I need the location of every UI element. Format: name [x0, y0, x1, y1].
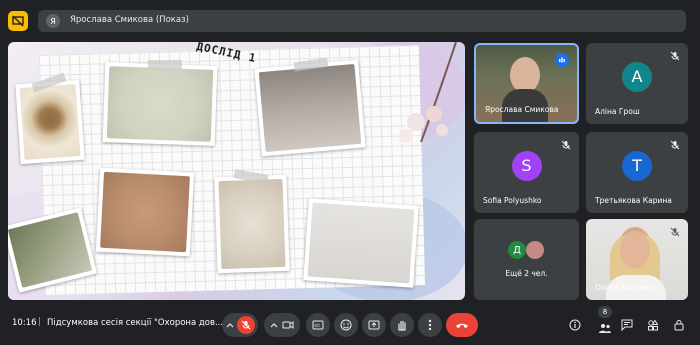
participant-face [620, 231, 650, 269]
chat-button[interactable] [616, 314, 638, 336]
avatar: S [511, 150, 542, 181]
clock: 10:16 [12, 318, 37, 328]
participant-name: Ярослава Смикова [485, 105, 559, 114]
participant-face [510, 57, 540, 93]
more-vert-icon[interactable] [428, 319, 432, 331]
camera-icon[interactable] [282, 320, 294, 330]
present-button[interactable] [362, 313, 386, 337]
hang-up-icon[interactable] [455, 321, 469, 329]
avatar: Д [508, 241, 526, 259]
captions-icon[interactable]: cc [312, 320, 324, 330]
lock-person-icon[interactable] [673, 319, 685, 331]
mic-muted-icon [670, 227, 680, 237]
svg-text:cc: cc [315, 323, 321, 329]
experiment-photo [102, 62, 218, 146]
presenter-banner[interactable]: Я Ярослава Смикова (Показ) [38, 10, 686, 32]
camera-toggle[interactable] [264, 313, 300, 337]
presenter-avatar: Я [46, 14, 60, 28]
speaking-indicator-icon [555, 53, 569, 67]
chat-icon[interactable] [621, 319, 633, 331]
avatar-photo [526, 241, 544, 259]
avatar: A [622, 61, 652, 92]
participant-tile-group[interactable]: Д Ещё 2 чел. [474, 219, 579, 300]
experiment-photo [214, 174, 290, 274]
mic-muted-icon [670, 140, 680, 150]
bottom-bar: 10:16 | Підсумкова сесія секції "Охорона… [0, 305, 700, 345]
host-controls-button[interactable] [668, 314, 690, 336]
hand-icon[interactable] [396, 319, 408, 331]
more-options-button[interactable] [418, 313, 442, 337]
participant-tile-video[interactable]: Ольга Богомаз [586, 219, 688, 300]
microphone-toggle[interactable] [222, 313, 258, 337]
participant-tile-video[interactable]: Ярослава Смикова [474, 43, 579, 124]
experiment-photo [254, 59, 366, 157]
experiment-photo [15, 79, 85, 165]
experiment-photo [95, 167, 195, 257]
separator: | [38, 317, 42, 327]
presenter-label: Ярослава Смикова (Показ) [70, 15, 189, 25]
chevron-up-icon[interactable] [226, 322, 234, 328]
experiment-photo [303, 198, 419, 288]
shapes-icon[interactable] [647, 319, 659, 331]
meeting-info-button[interactable] [564, 314, 586, 336]
mic-muted-icon [561, 140, 571, 150]
mic-off-icon[interactable] [236, 316, 255, 334]
present-screen-icon[interactable] [368, 319, 380, 331]
blossom-branch [399, 42, 457, 143]
tape [148, 60, 182, 69]
people-icon[interactable] [598, 322, 612, 334]
emoji-icon[interactable] [340, 319, 352, 331]
captions-button[interactable]: cc [306, 313, 330, 337]
mic-muted-icon [670, 51, 680, 61]
end-call-button[interactable] [446, 313, 478, 337]
presentation-icon[interactable] [8, 11, 28, 31]
avatar: T [622, 150, 652, 181]
participant-tile[interactable]: T Третьякова Карина [586, 132, 688, 213]
participant-tile[interactable]: S Sofia Polyushko [474, 132, 579, 213]
participant-name: Sofia Polyushko [483, 196, 542, 205]
presentation-stage[interactable]: ДОСЛІД 1 [8, 42, 465, 300]
participant-count-badge: 8 [598, 306, 612, 318]
participant-name: Ольга Богомаз [595, 283, 654, 292]
meeting-title: Підсумкова сесія секції "Охорона дов... [47, 318, 224, 328]
top-bar: Я Ярослава Смикова (Показ) [0, 0, 700, 38]
activities-button[interactable] [642, 314, 664, 336]
participant-name: Аліна Грош [595, 107, 640, 116]
participant-name: Третьякова Карина [595, 196, 672, 205]
reactions-button[interactable] [334, 313, 358, 337]
participant-name: Ещё 2 чел. [505, 269, 548, 278]
participant-tile[interactable]: A Аліна Грош [586, 43, 688, 124]
people-button[interactable] [594, 317, 616, 339]
raise-hand-button[interactable] [390, 313, 414, 337]
info-icon[interactable] [569, 319, 581, 331]
chevron-up-icon[interactable] [270, 322, 278, 328]
